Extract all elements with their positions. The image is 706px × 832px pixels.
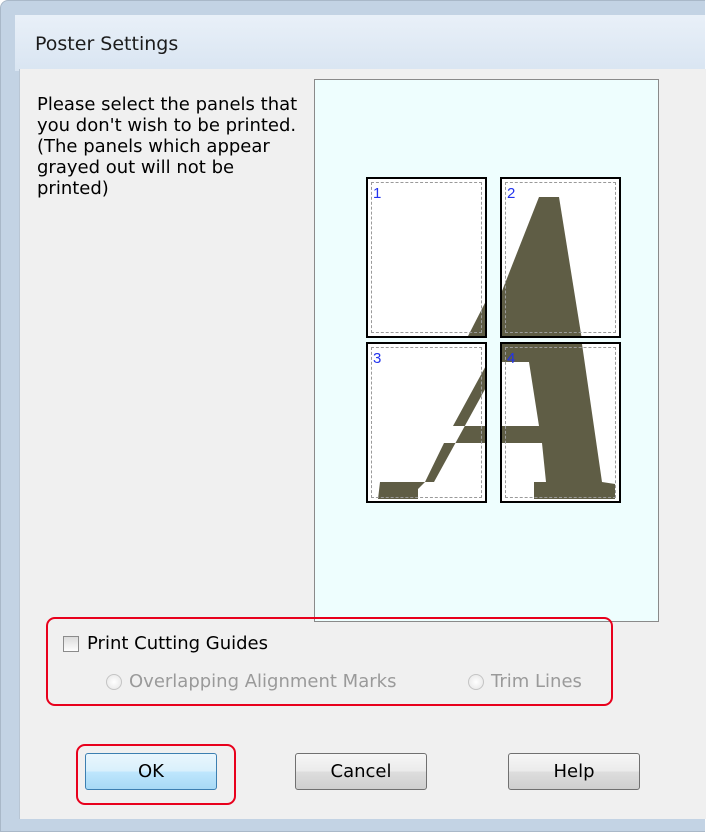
overlapping-marks-label: Overlapping Alignment Marks	[129, 671, 397, 692]
instructions-text: Please select the panels that you don't …	[37, 94, 298, 199]
print-cutting-guides-row[interactable]: Print Cutting Guides	[63, 633, 268, 654]
panel-number: 3	[373, 350, 382, 367]
poster-preview: 1 2 3 4	[314, 79, 659, 622]
title-bar[interactable]: Poster Settings	[15, 15, 705, 71]
cancel-button[interactable]: Cancel	[295, 753, 427, 790]
ok-button[interactable]: OK	[85, 753, 217, 790]
help-button[interactable]: Help	[508, 753, 640, 790]
print-cutting-guides-label[interactable]: Print Cutting Guides	[87, 633, 268, 654]
letter-a-fragment-2	[502, 197, 582, 336]
letter-a-fragment-1	[468, 302, 485, 336]
print-cutting-guides-checkbox[interactable]	[63, 635, 79, 652]
poster-panel-3[interactable]: 3	[366, 342, 487, 503]
panel-number: 1	[373, 185, 382, 202]
poster-panel-2[interactable]: 2	[500, 177, 621, 338]
trim-lines-label: Trim Lines	[491, 671, 582, 692]
trim-lines-option: Trim Lines	[468, 671, 582, 692]
trim-lines-radio	[468, 673, 484, 690]
letter-a-fragment-3	[378, 367, 485, 499]
dialog-body: Please select the panels that you don't …	[19, 69, 706, 819]
overlapping-marks-radio	[106, 673, 122, 690]
dialog-window: Poster Settings Please select the panels…	[0, 0, 706, 832]
poster-panel-4[interactable]: 4	[500, 342, 621, 503]
panel-number: 2	[507, 185, 516, 202]
overlapping-marks-option: Overlapping Alignment Marks	[106, 671, 396, 692]
panel-number: 4	[507, 350, 516, 367]
poster-panel-1[interactable]: 1	[366, 177, 487, 338]
dialog-title: Poster Settings	[35, 33, 179, 55]
letter-a-fragment-4	[502, 344, 615, 499]
cutting-guides-group: Print Cutting Guides Overlapping Alignme…	[46, 617, 613, 706]
